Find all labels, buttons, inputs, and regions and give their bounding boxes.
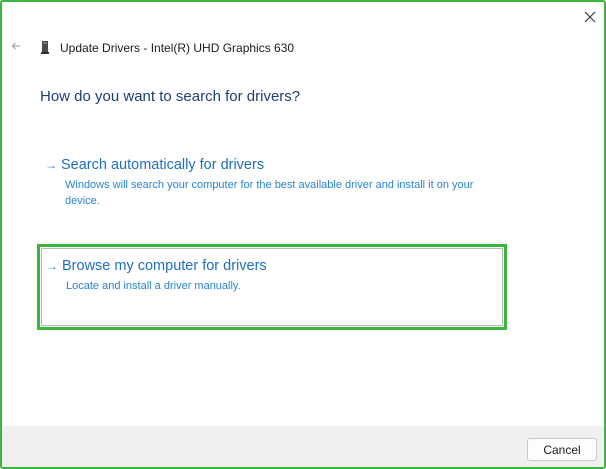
browse-computer-option[interactable]: → Browse my computer for drivers Locate … [37,244,507,330]
cancel-button[interactable]: Cancel [527,438,597,461]
option-title: Search automatically for drivers [61,157,265,173]
arrow-right-icon: → [46,259,58,273]
close-icon [584,10,596,28]
page-heading: How do you want to search for drivers? [40,88,301,105]
search-automatically-option[interactable]: → Search automatically for drivers Windo… [41,148,503,214]
option-title: Browse my computer for drivers [62,258,267,274]
window-title: Update Drivers - Intel(R) UHD Graphics 6… [60,41,295,55]
option-description: Locate and install a driver manually. [66,280,241,292]
update-drivers-window: Update Drivers - Intel(R) UHD Graphics 6… [0,0,606,469]
arrow-right-icon: → [45,158,57,172]
option-description: Windows will search your computer for th… [65,179,474,207]
close-button[interactable] [576,8,604,30]
back-button[interactable] [8,37,24,57]
device-icon [39,40,51,56]
dialog-footer: Cancel [2,426,604,467]
window-title-row: Update Drivers - Intel(R) UHD Graphics 6… [39,39,294,57]
back-arrow-icon [11,38,21,56]
